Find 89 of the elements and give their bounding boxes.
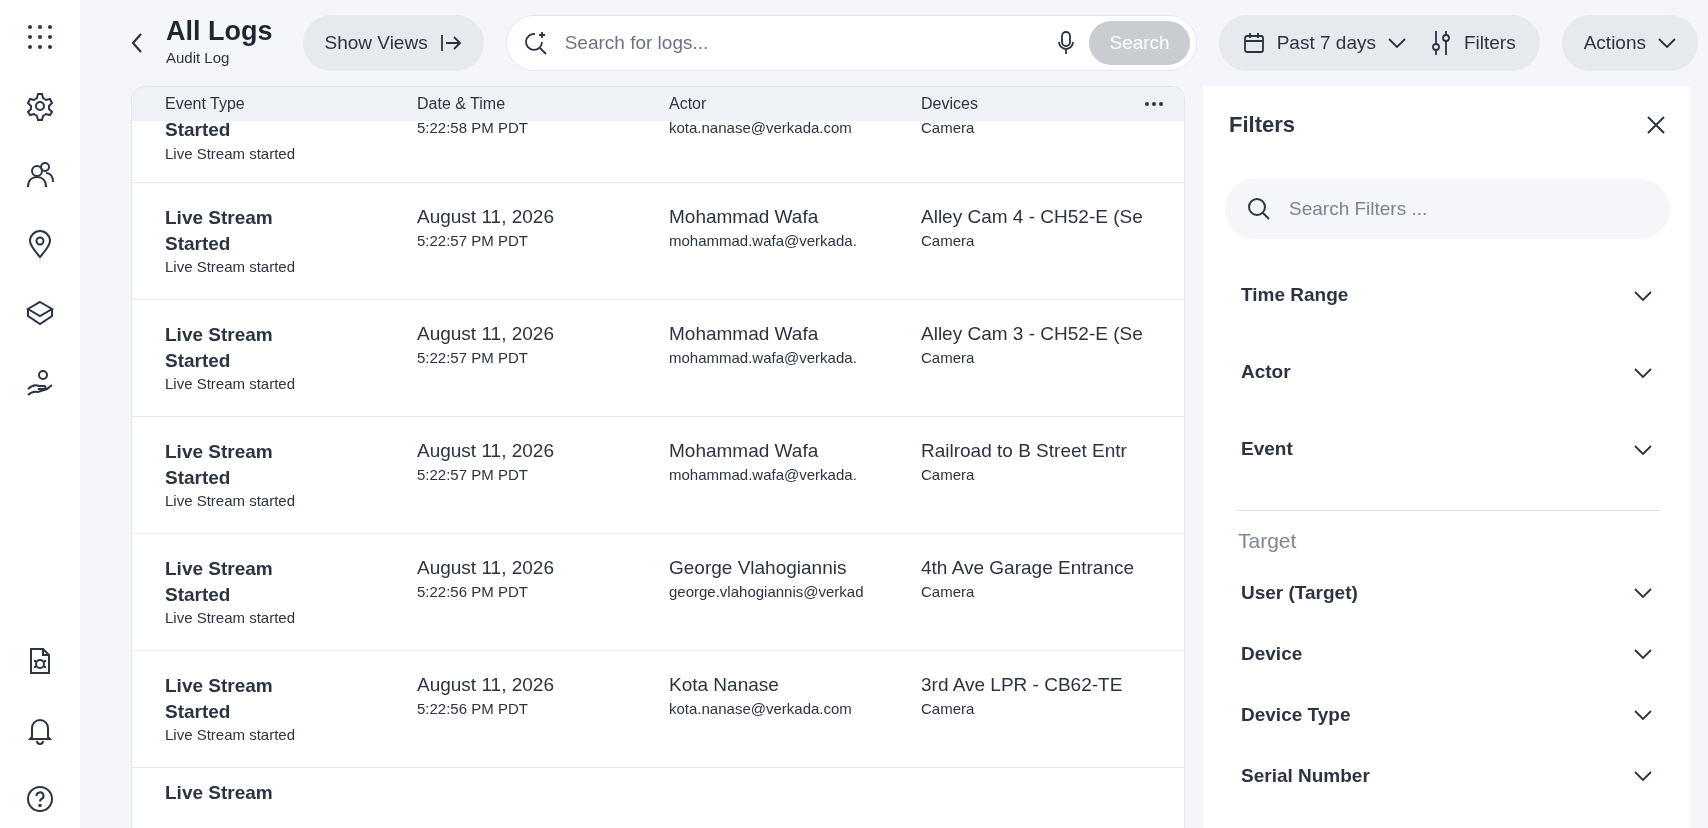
log-time: 5:22:57 PM PDT [417,230,529,251]
actor-name: Mohammad Wafa [669,438,820,463]
event-description: Live Stream started [165,374,297,395]
event-title: Live Stream [165,781,274,805]
chevron-down-icon [1634,771,1652,781]
log-time: 5:22:58 PM PDT [417,118,529,139]
filter-section-heading: Target [1237,528,1298,554]
log-date: August 11, 2026 [417,321,555,346]
column-header[interactable]: Date & Time [417,92,669,116]
more-options-icon[interactable] [1144,101,1164,107]
log-time: 5:22:57 PM PDT [417,464,529,485]
device-type: Camera [921,464,976,485]
filter-search-field[interactable]: Search Filters ... [1287,193,1648,225]
filter-accordion-item[interactable]: Event [1225,411,1670,488]
event-description: Live Stream started [165,144,297,164]
page-title: All Logs [166,16,273,47]
device-type: Camera [921,118,976,139]
device-name: 4th Ave Garage Entrance [921,555,1136,580]
event-description: Live Stream started [165,608,297,629]
filter-accordion-item[interactable]: User (Target) [1225,562,1670,624]
box-icon[interactable] [25,298,55,328]
log-date: August 11, 2026 [417,204,555,229]
filter-accordion-item[interactable]: Device Type [1225,684,1670,746]
actor-email: kota.nanase@verkada.com [669,118,853,139]
device-name: Alley Cam 3 - CH52-E (Se [921,321,1144,346]
event-description: Live Stream started [165,725,297,746]
page-subtitle: Audit Log [166,47,231,68]
actor-email: mohammad.wafa@verkada. [669,464,858,485]
device-name: Alley Cam 4 - CH52-E (Se [921,204,1144,229]
device-name: Railroad to B Street Entr [921,438,1128,463]
chevron-down-icon [1634,367,1652,378]
actor-email: kota.nanase@verkada.com [669,698,853,719]
microphone-icon[interactable] [1057,31,1076,55]
actor-name: George Vlahogiannis [669,555,848,580]
app-grid-icon[interactable] [25,22,55,52]
column-header[interactable]: Event Type [165,92,417,116]
event-description: Live Stream started [165,491,297,512]
settings-icon[interactable] [25,91,55,121]
column-header[interactable]: Devices [921,92,1144,116]
device-type: Camera [921,581,976,602]
chevron-down-icon [1634,649,1652,659]
device-name: 3rd Ave LPR - CB62-TE [921,672,1124,697]
sliders-icon [1429,30,1452,56]
calendar-icon [1242,32,1265,54]
actor-email: george.vlahogiannis@verkad [669,581,865,602]
chevron-down-icon [1634,290,1652,301]
show-views-button[interactable]: Show Views [302,15,484,71]
event-title: Live Stream Started [165,322,274,373]
actor-email: mohammad.wafa@verkada. [669,347,858,368]
chevron-down-icon [1387,38,1406,48]
event-title: Live Stream Started [165,439,274,490]
log-time: 5:22:56 PM PDT [417,581,529,602]
close-icon[interactable] [1646,114,1666,135]
chevron-down-icon [1634,444,1652,455]
filter-accordion-item[interactable]: Time Range [1225,257,1670,334]
filter-search-bar[interactable]: Search Filters ... [1225,179,1670,239]
device-type: Camera [921,347,976,368]
actor-name: Mohammad Wafa [669,204,820,229]
log-date: August 11, 2026 [417,555,555,580]
filter-accordion-item[interactable]: Serial Number [1225,745,1670,807]
actions-dropdown[interactable]: Actions [1561,15,1698,71]
actor-name: Kota Nanase [669,672,780,697]
filters-title: Filters [1229,111,1296,139]
users-icon[interactable] [25,160,55,190]
help-icon[interactable] [25,784,55,814]
log-date: August 11, 2026 [417,672,555,697]
device-type: Camera [921,230,976,251]
filter-accordion-item[interactable]: Device [1225,623,1670,685]
event-title: Started [165,118,232,143]
actor-email: mohammad.wafa@verkada. [669,230,858,251]
sparkle-search-icon [522,30,549,56]
search-field[interactable]: Search for logs... [562,27,1044,59]
event-title: Live Stream Started [165,205,274,256]
search-icon [1247,197,1271,221]
chevron-down-icon [1658,38,1676,48]
filter-accordion-item[interactable]: Actor [1225,334,1670,411]
log-date: August 11, 2026 [417,438,555,463]
event-title: Live Stream Started [165,556,274,607]
chevron-down-icon [1634,588,1652,598]
event-title: Live Stream Started [165,673,274,724]
chevron-down-icon [1634,710,1652,720]
log-time: 5:22:56 PM PDT [417,698,529,719]
arrow-right-bar-icon [439,34,462,52]
log-time: 5:22:57 PM PDT [417,347,529,368]
column-header[interactable]: Actor [669,92,921,116]
back-chevron-icon[interactable] [130,32,144,54]
event-description: Live Stream started [165,257,297,278]
device-type: Camera [921,698,976,719]
actor-name: Mohammad Wafa [669,321,820,346]
